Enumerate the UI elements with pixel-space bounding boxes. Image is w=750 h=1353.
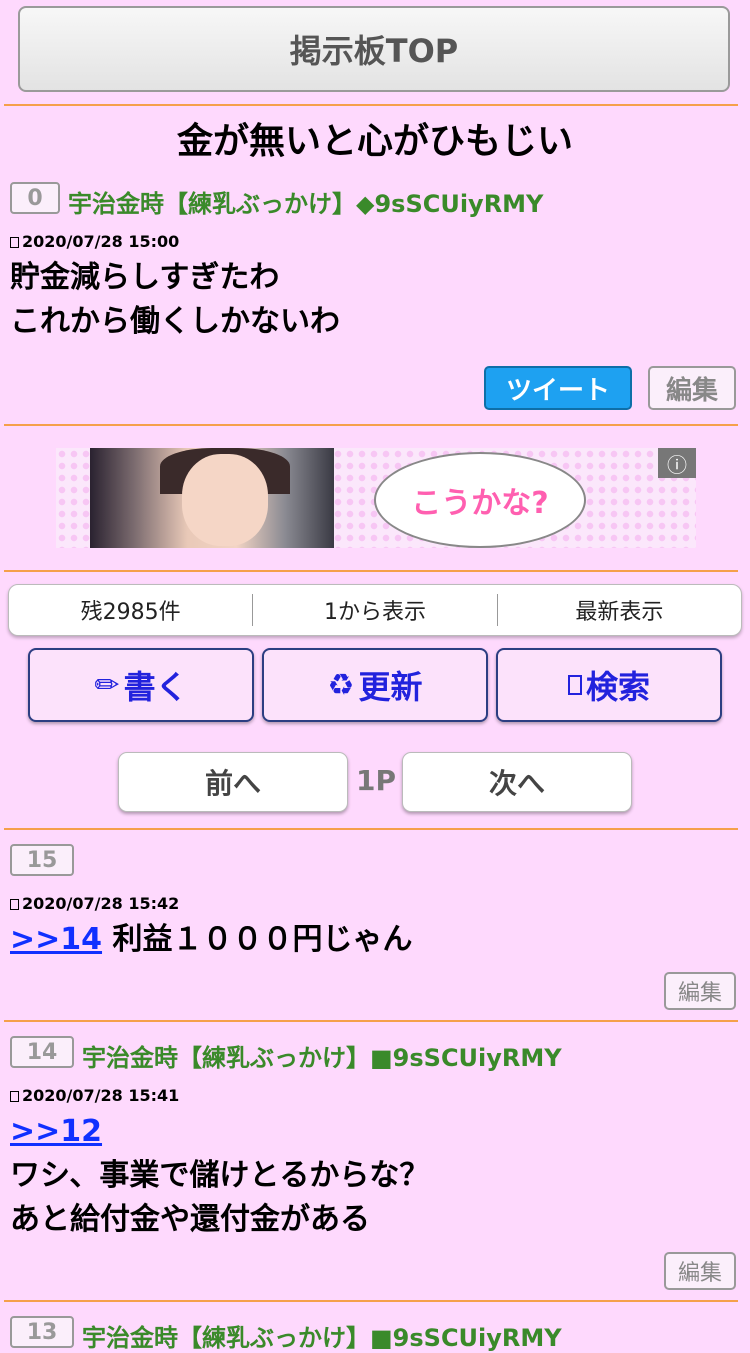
post-line: これから働くしかないわ: [10, 304, 340, 339]
show-from-first-link[interactable]: 1から表示: [253, 594, 496, 626]
post-author[interactable]: 宇治金時【練乳ぶっかけ】■9sSCUiyRMY: [82, 1318, 562, 1353]
divider: [4, 1300, 738, 1302]
page-indicator: 1P: [356, 764, 397, 797]
edit-button[interactable]: 編集: [664, 972, 736, 1010]
write-button[interactable]: ✏ 書く: [28, 648, 254, 722]
divider: [4, 1020, 738, 1022]
post-author[interactable]: 宇治金時【練乳ぶっかけ】■9sSCUiyRMY: [82, 1038, 562, 1073]
thread-title: 金が無いと心がひもじい: [176, 121, 573, 162]
reply-anchor-link[interactable]: >>14: [10, 922, 102, 957]
date-square-icon: [10, 1091, 19, 1102]
post-number: 15: [10, 844, 74, 876]
next-page-button[interactable]: 次へ: [402, 752, 632, 812]
date-square-icon: [10, 237, 19, 248]
post-number: 0: [10, 182, 60, 214]
divider: [4, 570, 738, 572]
post-body: 貯金減らしすぎたわ これから働くしかないわ: [10, 256, 340, 344]
tweet-button[interactable]: ツイート: [484, 366, 632, 410]
post-author[interactable]: 宇治金時【練乳ぶっかけ】◆9sSCUiyRMY: [68, 184, 543, 219]
date-square-icon: [10, 899, 19, 910]
post-body: >>14 利益１０００円じゃん: [10, 918, 412, 962]
show-latest-link[interactable]: 最新表示: [498, 594, 741, 626]
prev-page-button[interactable]: 前へ: [118, 752, 348, 812]
edit-button[interactable]: 編集: [664, 1252, 736, 1290]
recycle-icon: ♻: [327, 667, 355, 703]
thread-nav-bar: 残2985件 1から表示 最新表示: [8, 584, 742, 636]
post-line: あと給付金や還付金がある: [10, 1202, 370, 1237]
post-line: ワシ、事業で儲けとるからな？: [10, 1158, 430, 1193]
ad-photo: [90, 448, 334, 548]
post-date: 2020/07/28 15:00: [10, 232, 179, 251]
post-text: 利益１０００円じゃん: [112, 922, 413, 957]
square-icon: [567, 675, 582, 695]
remaining-count: 残2985件: [80, 600, 181, 625]
post-number: 13: [10, 1316, 74, 1348]
reply-anchor-link[interactable]: >>12: [10, 1110, 429, 1154]
post-number: 14: [10, 1036, 74, 1068]
pencil-icon: ✏: [94, 667, 120, 703]
ad-banner[interactable]: こうかな? ⓘ: [56, 448, 696, 548]
edit-button[interactable]: 編集: [648, 366, 736, 410]
ad-bubble: こうかな?: [374, 452, 586, 548]
post-body: >>12 ワシ、事業で儲けとるからな？ あと給付金や還付金がある: [10, 1110, 429, 1242]
bbs-top-button[interactable]: 掲示板TOP: [18, 6, 730, 92]
post-date: 2020/07/28 15:41: [10, 1086, 179, 1105]
refresh-button[interactable]: ♻ 更新: [262, 648, 488, 722]
divider: [4, 104, 738, 106]
post-line: 貯金減らしすぎたわ: [10, 260, 280, 295]
search-button[interactable]: 検索: [496, 648, 722, 722]
info-icon[interactable]: ⓘ: [658, 448, 696, 478]
divider: [4, 828, 738, 830]
post-date: 2020/07/28 15:42: [10, 894, 179, 913]
divider: [4, 424, 738, 426]
